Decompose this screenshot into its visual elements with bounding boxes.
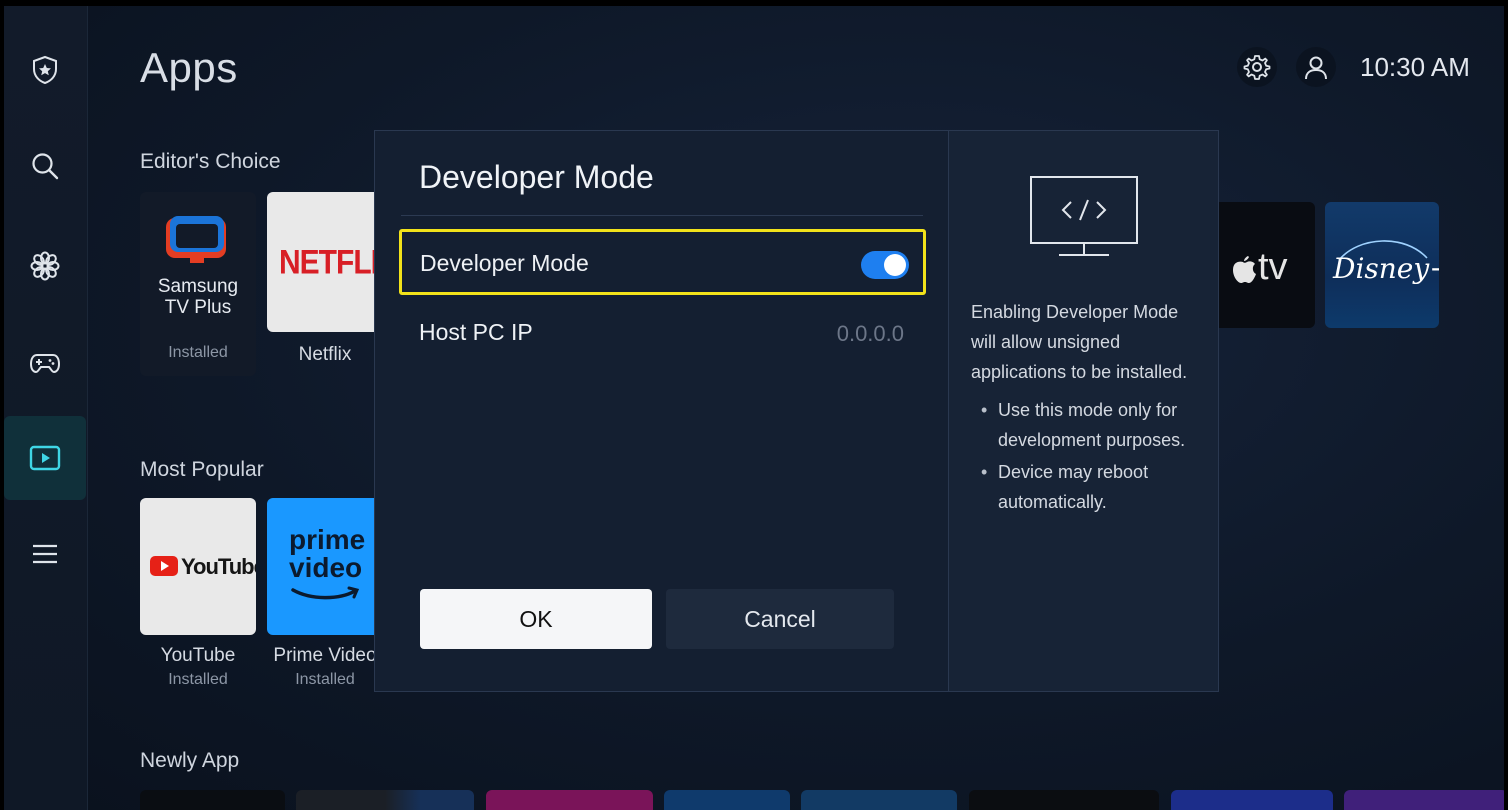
dialog-divider	[401, 215, 923, 216]
dialog-title: Developer Mode	[419, 159, 654, 195]
info-bullet: • Device may reboot automatically.	[981, 462, 1149, 512]
developer-mode-toggle[interactable]	[861, 251, 909, 279]
app-tile-apple-tv[interactable]: tv	[1218, 202, 1315, 328]
tile-status: Installed	[168, 344, 228, 361]
sidebar-item-media[interactable]	[4, 416, 86, 500]
tile-status-prime-video: Installed	[295, 671, 355, 688]
toggle-knob	[884, 254, 906, 276]
developer-mode-dialog: Developer Mode Developer Mode Host PC IP…	[374, 130, 1219, 692]
app-tile-new-7[interactable]	[1171, 790, 1333, 810]
app-tile-samsung-tv-plus[interactable]: Samsung TV Plus Installed	[140, 192, 256, 376]
app-tile-new-2[interactable]	[296, 790, 474, 810]
page-title: Apps	[140, 44, 238, 91]
menu-icon	[33, 544, 57, 564]
disney-plus-logo: Disney+	[1333, 252, 1439, 285]
host-pc-ip-input[interactable]: 0.0.0.0	[837, 321, 904, 347]
sidebar-item-privacy[interactable]	[4, 28, 86, 112]
frame-right	[1504, 0, 1508, 810]
tile-status-youtube: Installed	[168, 671, 228, 688]
dialog-settings-panel: Developer Mode Developer Mode Host PC IP…	[375, 131, 948, 691]
ok-button[interactable]: OK	[420, 589, 652, 649]
user-icon	[1305, 56, 1327, 80]
youtube-logo: YouTube	[181, 554, 256, 579]
app-tile-new-3[interactable]	[486, 790, 653, 810]
info-bullet: • Use this mode only for development purp…	[981, 400, 1186, 450]
cancel-button[interactable]: Cancel	[666, 589, 894, 649]
gear-icon	[1243, 55, 1271, 80]
apple-tv-logo: tv	[1258, 246, 1288, 288]
code-monitor-icon	[1030, 176, 1138, 256]
app-tile-new-5[interactable]	[801, 790, 957, 810]
app-tile-new-1[interactable]	[140, 790, 285, 810]
developer-mode-toggle-row[interactable]: Developer Mode	[399, 229, 926, 295]
tile-label-netflix: Netflix	[298, 344, 352, 365]
section-title-newly-app: Newly App	[140, 749, 240, 772]
apple-icon	[1233, 256, 1256, 283]
sidebar-item-search[interactable]	[4, 124, 86, 208]
frame-top	[0, 0, 1508, 6]
dialog-info-panel: Enabling Developer Mode will allow unsig…	[948, 131, 1218, 691]
app-tile-youtube[interactable]: YouTube	[140, 498, 256, 635]
tile-logo-text: Samsung TV Plus	[157, 276, 239, 318]
settings-button[interactable]	[1237, 47, 1277, 87]
play-icon	[29, 445, 61, 471]
tv-screen: Apps 10:30 AM Editor's Choice Samsung TV…	[0, 0, 1508, 810]
app-tile-new-4[interactable]	[664, 790, 790, 810]
app-tile-new-8[interactable]	[1344, 790, 1508, 810]
netflix-logo: NETFLIX	[279, 243, 383, 282]
sidebar-item-menu[interactable]	[4, 512, 86, 596]
host-pc-ip-label: Host PC IP	[419, 319, 533, 345]
developer-mode-toggle-label: Developer Mode	[420, 250, 589, 276]
app-tile-new-6[interactable]	[969, 790, 1159, 810]
app-tile-disney-plus[interactable]: Disney+	[1325, 202, 1439, 328]
frame-left	[0, 0, 4, 810]
app-tile-prime-video[interactable]: prime video	[267, 498, 383, 635]
sidebar	[4, 6, 88, 810]
app-tile-netflix[interactable]: NETFLIX	[267, 192, 383, 332]
section-title-most-popular: Most Popular	[140, 458, 264, 481]
clock: 10:30 AM	[1360, 52, 1470, 82]
sidebar-item-games[interactable]	[4, 320, 86, 404]
prime-video-logo: prime video	[289, 524, 366, 583]
tile-label-prime-video: Prime Video	[273, 645, 377, 666]
prime-smile-icon	[291, 586, 360, 600]
sidebar-item-ambient[interactable]	[4, 224, 86, 308]
search-icon	[32, 153, 59, 180]
profile-button[interactable]	[1296, 47, 1336, 87]
gamepad-icon	[29, 354, 61, 374]
samsung-tv-plus-logo	[166, 216, 226, 263]
tile-label-youtube: YouTube	[160, 645, 236, 666]
shield-star-icon	[33, 55, 57, 85]
section-title-editors-choice: Editor's Choice	[140, 150, 281, 173]
youtube-play-icon	[150, 556, 178, 576]
flower-icon	[30, 251, 60, 281]
info-description: Enabling Developer Mode will allow unsig…	[971, 302, 1188, 382]
